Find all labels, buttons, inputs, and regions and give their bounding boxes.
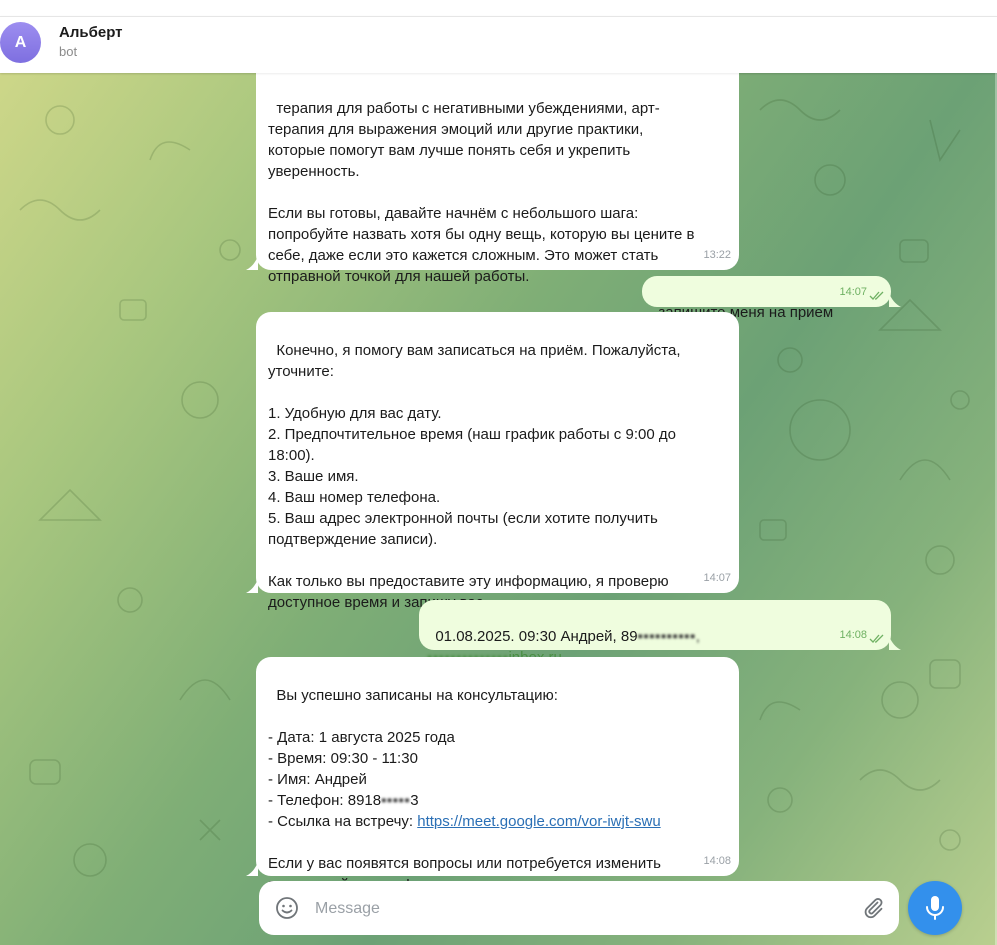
meeting-link[interactable]: https://meet.google.com/vor-iwjt-swu (417, 813, 660, 830)
microphone-icon (926, 896, 944, 920)
message-text: терапия для работы с негативными убежден… (268, 100, 695, 285)
message-text: Конечно, я помогу вам записаться на приё… (268, 342, 681, 611)
message-time: 14:08 (839, 629, 867, 641)
message-time: 14:07 (703, 572, 731, 584)
bubble-tail (246, 862, 258, 876)
read-checks-icon (869, 634, 884, 643)
outgoing-message[interactable]: запишите меня на прием 14:07 (642, 276, 891, 321)
message-text: Вы успешно записаны на консультацию: - Д… (268, 687, 558, 788)
outgoing-message[interactable]: 01.08.2025. 09:30 Андрей, 89▪▪▪▪▪▪▪▪▪▪,▪… (419, 600, 891, 666)
message-input[interactable] (313, 889, 847, 929)
chat-title: Альберт (59, 24, 123, 41)
bubble-tail (246, 579, 258, 593)
message-composer (259, 881, 899, 935)
avatar[interactable]: A (0, 22, 41, 63)
message-time: 13:22 (703, 249, 731, 261)
bubble-tail (889, 636, 901, 650)
voice-record-button[interactable] (908, 881, 962, 935)
bubble-tail (246, 256, 258, 270)
chat-subtitle: bot (59, 44, 78, 59)
bubble-tail (889, 293, 901, 307)
message-time: 14:08 (703, 855, 731, 867)
redacted-phone: ▪▪▪▪▪▪▪▪▪▪, (637, 628, 701, 645)
incoming-message[interactable]: Конечно, я помогу вам записаться на приё… (256, 312, 739, 611)
read-checks-icon (869, 291, 884, 300)
smile-icon[interactable] (275, 896, 299, 920)
paperclip-icon[interactable] (861, 896, 885, 920)
window-top-strip (0, 0, 997, 16)
phone-suffix: 3 (410, 792, 419, 809)
message-text: 01.08.2025. 09:30 Андрей, 89 (435, 628, 638, 645)
link-label: - Ссылка на встречу: (268, 813, 418, 830)
incoming-message[interactable]: терапия для работы с негативными убежден… (256, 55, 739, 285)
message-time: 14:07 (839, 286, 867, 298)
phone-label: - Телефон: 8918 (268, 792, 382, 809)
redacted-phone: ▪▪▪▪▪ (381, 792, 411, 809)
incoming-message[interactable]: Вы успешно записаны на консультацию: - Д… (256, 657, 739, 893)
header-overlay (0, 16, 997, 73)
